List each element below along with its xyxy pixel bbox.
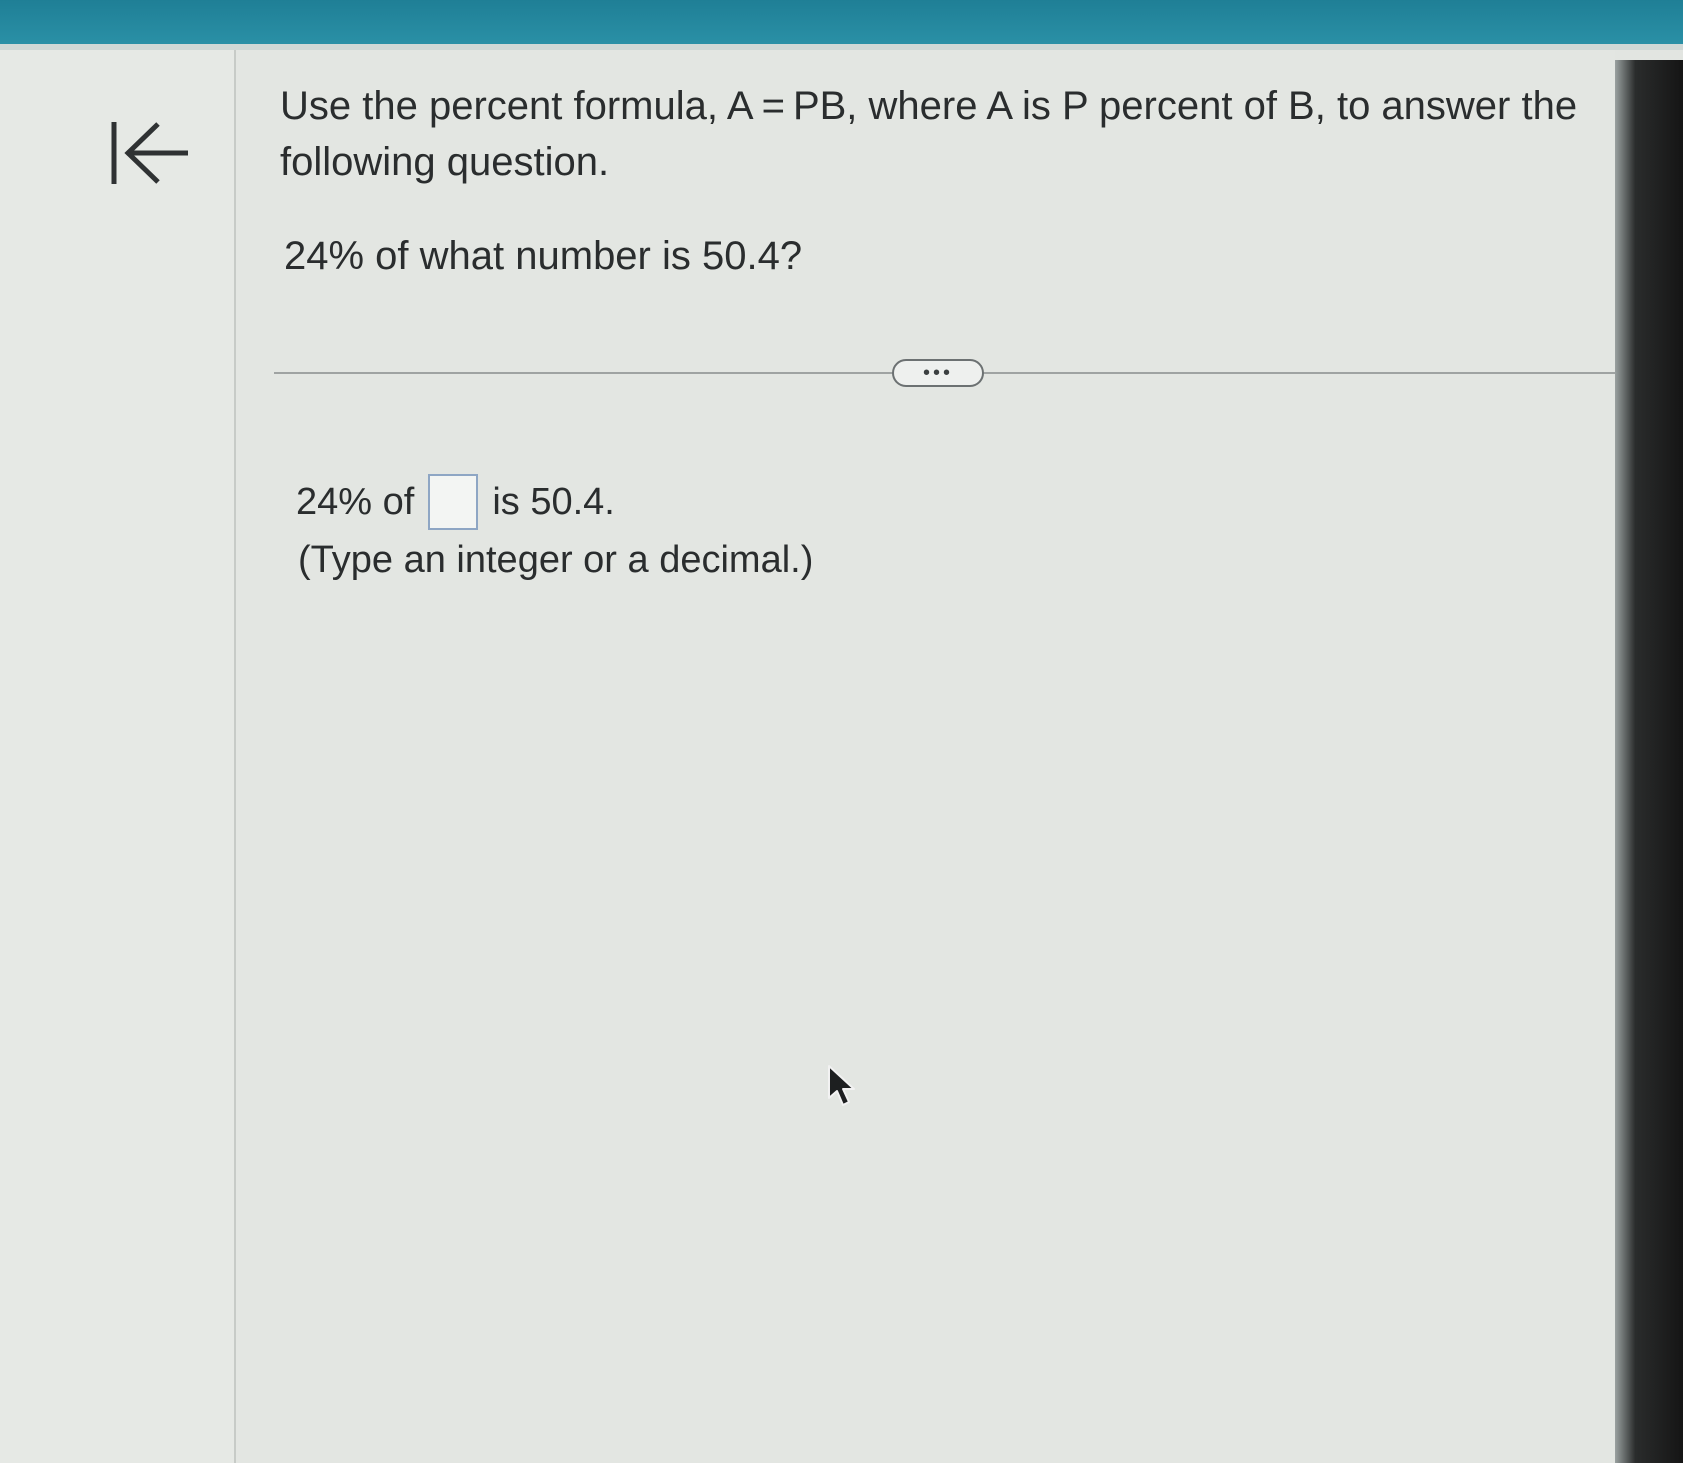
screen-bezel — [1615, 60, 1683, 1463]
top-bar — [0, 0, 1683, 44]
back-button[interactable] — [108, 118, 192, 188]
expand-more-button[interactable]: ••• — [892, 359, 984, 387]
back-to-start-icon — [108, 118, 192, 188]
mouse-pointer-icon — [827, 1064, 857, 1113]
question-prompt: 24% of what number is 50.4? — [284, 234, 803, 278]
screen: Use the percent formula, A = PB, where A… — [0, 0, 1683, 1463]
answer-input[interactable] — [428, 474, 479, 530]
question-instruction: Use the percent formula, A = PB, where A… — [280, 84, 1578, 184]
answer-row: 24% of is 50.4. — [296, 472, 615, 532]
left-panel — [0, 50, 236, 1463]
answer-hint: (Type an integer or a decimal.) — [298, 539, 814, 581]
answer-prefix: 24% of — [296, 480, 415, 523]
answer-suffix: is 50.4. — [492, 480, 615, 523]
